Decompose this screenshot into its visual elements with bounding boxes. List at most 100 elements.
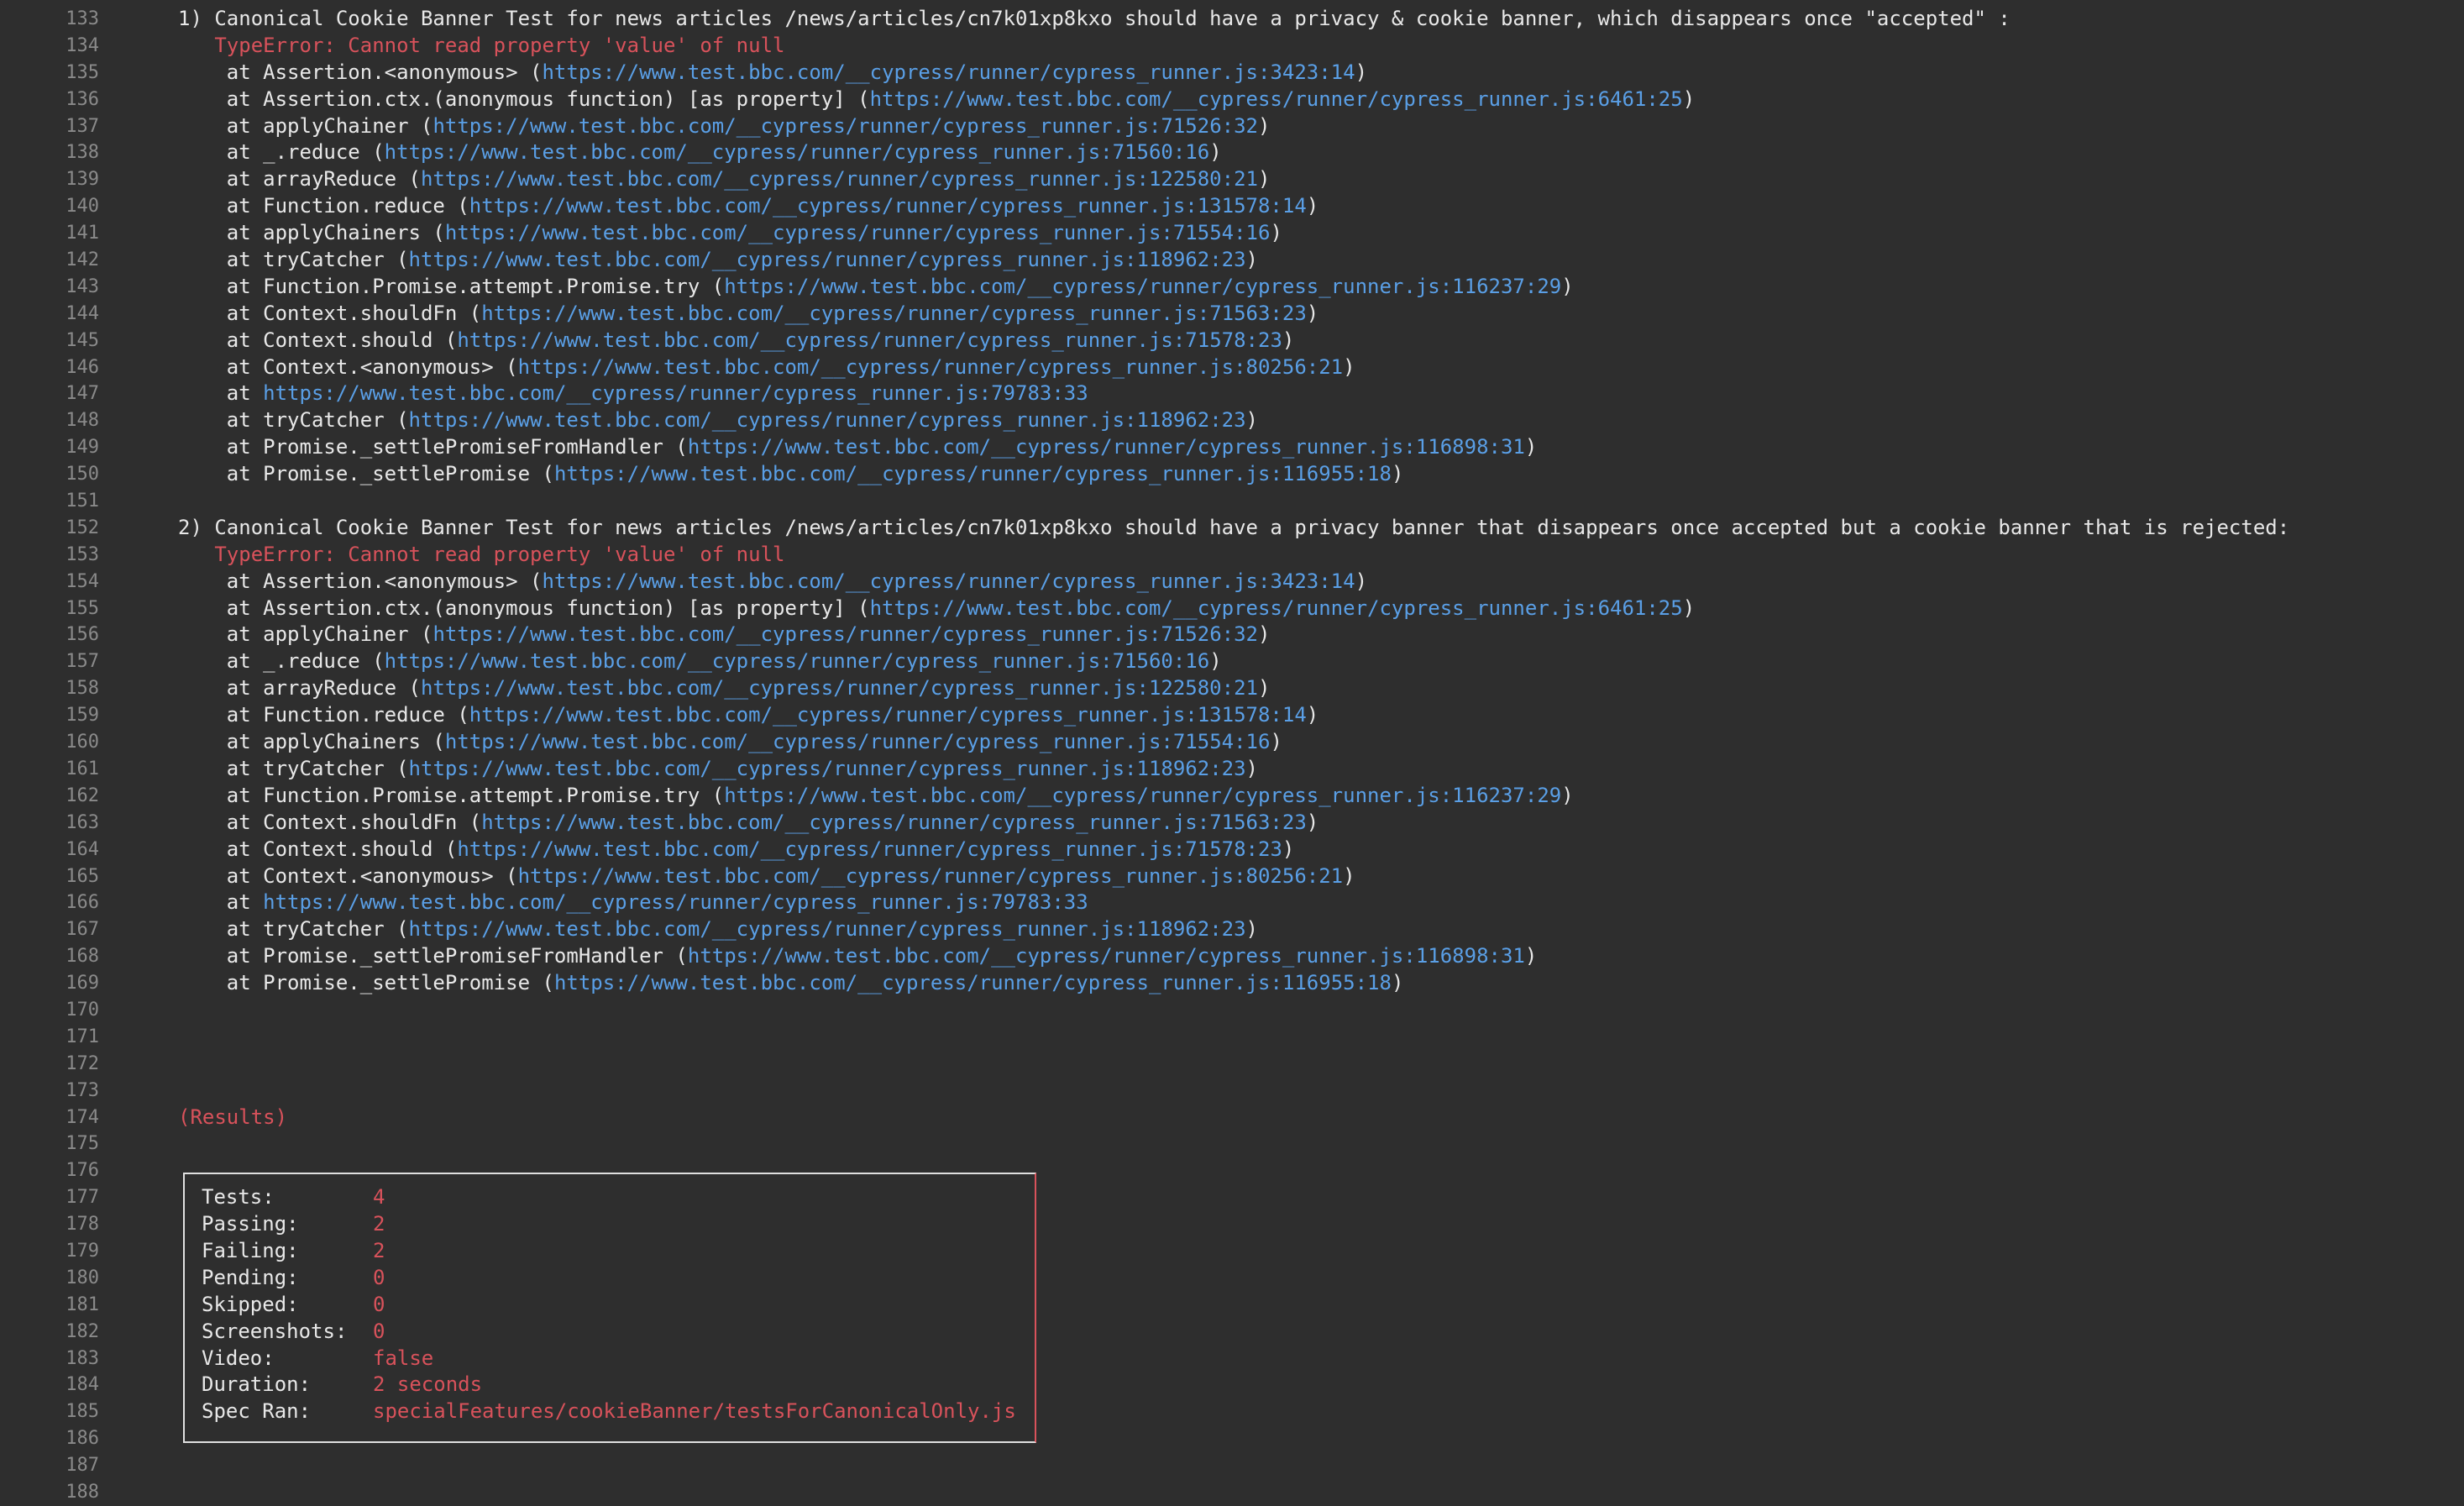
stack-trace-link[interactable]: https://www.test.bbc.com/__cypress/runne…	[870, 596, 1683, 620]
line-number: 158	[66, 678, 99, 700]
stack-trace-link[interactable]: https://www.test.bbc.com/__cypress/runne…	[409, 917, 1246, 941]
log-line: 178 Passing: 2	[0, 1211, 2464, 1238]
line-number: 188	[66, 1481, 99, 1503]
log-segment: )	[1306, 301, 1319, 325]
stack-trace-link[interactable]: https://www.test.bbc.com/__cypress/runne…	[481, 811, 1307, 834]
stack-trace-link[interactable]: https://www.test.bbc.com/__cypress/runne…	[433, 114, 1258, 138]
log-line: 183 Video: false	[0, 1346, 2464, 1372]
log-text: at arrayReduce (https://www.test.bbc.com…	[178, 166, 1271, 193]
log-segment: 1) Canonical Cookie Banner Test for news…	[178, 7, 2011, 30]
stack-trace-link[interactable]: https://www.test.bbc.com/__cypress/runne…	[457, 837, 1282, 861]
log-segment: )	[1245, 756, 1258, 780]
line-number: 136	[66, 88, 99, 110]
stack-trace-link[interactable]: https://www.test.bbc.com/__cypress/runne…	[870, 87, 1683, 111]
line-number: 171	[66, 1026, 99, 1047]
log-text: at tryCatcher (https://www.test.bbc.com/…	[178, 407, 1258, 434]
stack-trace-link[interactable]: https://www.test.bbc.com/__cypress/runne…	[385, 649, 1210, 673]
line-number: 151	[66, 491, 99, 512]
result-value: false	[373, 1346, 434, 1370]
stack-trace-link[interactable]: https://www.test.bbc.com/__cypress/runne…	[481, 302, 1307, 325]
result-label: Video:	[202, 1346, 275, 1370]
stack-trace-link[interactable]: https://www.test.bbc.com/__cypress/runne…	[688, 944, 1525, 968]
log-segment: )	[1343, 863, 1355, 888]
log-text: at Function.reduce (https://www.test.bbc…	[178, 702, 1319, 729]
stack-trace-link[interactable]: https://www.test.bbc.com/__cypress/runne…	[433, 622, 1258, 646]
stack-trace-link[interactable]: https://www.test.bbc.com/__cypress/runne…	[421, 676, 1258, 700]
log-text: TypeError: Cannot read property 'value' …	[178, 33, 784, 60]
log-line: 180 Pending: 0	[0, 1265, 2464, 1292]
log-line: 164 at Context.should (https://www.test.…	[0, 837, 2464, 863]
line-number: 157	[66, 651, 99, 673]
log-segment: )	[1306, 703, 1319, 727]
stack-trace-link[interactable]: https://www.test.bbc.com/__cypress/runne…	[469, 194, 1307, 218]
line-number: 160	[66, 732, 99, 753]
log-text: Duration: 2 seconds	[202, 1372, 482, 1398]
log-text: at Promise._settlePromise (https://www.t…	[178, 970, 1404, 997]
log-line: 167 at tryCatcher (https://www.test.bbc.…	[0, 916, 2464, 943]
log-line: 169 at Promise._settlePromise (https://w…	[0, 970, 2464, 997]
stack-trace-link[interactable]: https://www.test.bbc.com/__cypress/runne…	[469, 703, 1307, 727]
stack-trace-link[interactable]: https://www.test.bbc.com/__cypress/runne…	[554, 462, 1392, 485]
stack-trace-link[interactable]: https://www.test.bbc.com/__cypress/runne…	[724, 784, 1561, 807]
stack-trace-link[interactable]: https://www.test.bbc.com/__cypress/runne…	[263, 890, 1088, 914]
result-value: 2	[373, 1238, 385, 1262]
log-line: 172	[0, 1051, 2464, 1078]
line-number: 177	[66, 1187, 99, 1209]
log-text: at Promise._settlePromiseFromHandler (ht…	[178, 943, 1538, 970]
log-text: at Promise._settlePromise (https://www.t…	[178, 461, 1404, 488]
result-label: Duration:	[202, 1372, 312, 1397]
log-segment: at tryCatcher (	[178, 756, 409, 780]
log-line: 134 TypeError: Cannot read property 'val…	[0, 33, 2464, 60]
log-line: 173	[0, 1078, 2464, 1105]
log-line: 168 at Promise._settlePromiseFromHandler…	[0, 943, 2464, 970]
log-segment: )	[1306, 810, 1319, 834]
log-segment: at Promise._settlePromiseFromHandler (	[178, 435, 688, 459]
line-number: 169	[66, 973, 99, 994]
line-number: 154	[66, 570, 99, 592]
error-message: (Results)	[178, 1105, 288, 1129]
result-label: Skipped:	[202, 1292, 299, 1316]
result-label: Failing:	[202, 1238, 299, 1262]
log-segment: 2) Canonical Cookie Banner Test for news…	[178, 515, 2290, 539]
log-line: 138 at _.reduce (https://www.test.bbc.co…	[0, 139, 2464, 166]
stack-trace-link[interactable]: https://www.test.bbc.com/__cypress/runne…	[518, 864, 1344, 888]
log-line: 165 at Context.<anonymous> (https://www.…	[0, 863, 2464, 890]
stack-trace-link[interactable]: https://www.test.bbc.com/__cypress/runne…	[385, 140, 1210, 164]
log-line: 174 (Results)	[0, 1105, 2464, 1131]
line-number: 147	[66, 383, 99, 405]
stack-trace-link[interactable]: https://www.test.bbc.com/__cypress/runne…	[445, 730, 1271, 753]
stack-trace-link[interactable]: https://www.test.bbc.com/__cypress/runne…	[409, 408, 1246, 432]
stack-trace-link[interactable]: https://www.test.bbc.com/__cypress/runne…	[542, 569, 1355, 593]
stack-trace-link[interactable]: https://www.test.bbc.com/__cypress/runne…	[542, 60, 1355, 84]
log-line: 188	[0, 1479, 2464, 1506]
log-segment: at Assertion.ctx.(anonymous function) [a…	[178, 596, 870, 620]
stack-trace-link[interactable]: https://www.test.bbc.com/__cypress/runne…	[263, 381, 1088, 405]
line-number: 150	[66, 464, 99, 485]
line-number: 133	[66, 8, 99, 29]
log-text: at Promise._settlePromiseFromHandler (ht…	[178, 434, 1538, 461]
log-line: 140 at Function.reduce (https://www.test…	[0, 193, 2464, 220]
stack-trace-link[interactable]: https://www.test.bbc.com/__cypress/runne…	[724, 275, 1561, 298]
line-number: 142	[66, 249, 99, 271]
stack-trace-link[interactable]: https://www.test.bbc.com/__cypress/runne…	[688, 435, 1525, 459]
stack-trace-link[interactable]: https://www.test.bbc.com/__cypress/runne…	[421, 167, 1258, 191]
log-segment: at tryCatcher (	[178, 917, 409, 942]
stack-trace-link[interactable]: https://www.test.bbc.com/__cypress/runne…	[409, 248, 1246, 271]
log-segment: at Context.should (	[178, 837, 458, 861]
log-line: 162 at Function.Promise.attempt.Promise.…	[0, 783, 2464, 810]
log-text: Spec Ran: specialFeatures/cookieBanner/te…	[202, 1398, 1016, 1425]
log-text: Skipped: 0	[202, 1292, 385, 1319]
log-segment: at tryCatcher (	[178, 248, 409, 272]
log-text: at applyChainer (https://www.test.bbc.co…	[178, 113, 1271, 140]
line-number: 180	[66, 1267, 99, 1288]
line-number: 148	[66, 410, 99, 432]
stack-trace-link[interactable]: https://www.test.bbc.com/__cypress/runne…	[457, 328, 1282, 352]
log-segment: )	[1245, 917, 1258, 942]
stack-trace-link[interactable]: https://www.test.bbc.com/__cypress/runne…	[445, 221, 1271, 244]
stack-trace-link[interactable]: https://www.test.bbc.com/__cypress/runne…	[518, 355, 1344, 379]
log-line: 175	[0, 1131, 2464, 1157]
log-text: at arrayReduce (https://www.test.bbc.com…	[178, 675, 1271, 702]
stack-trace-link[interactable]: https://www.test.bbc.com/__cypress/runne…	[554, 971, 1392, 994]
stack-trace-link[interactable]: https://www.test.bbc.com/__cypress/runne…	[409, 757, 1246, 780]
log-segment: at arrayReduce (	[178, 167, 421, 192]
